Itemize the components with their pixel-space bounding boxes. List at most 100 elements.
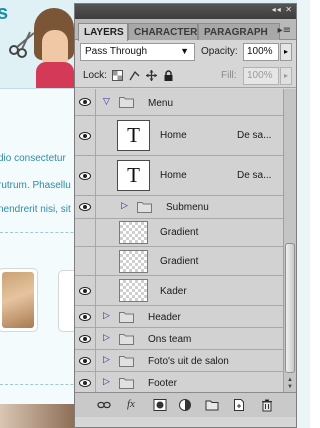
new-group-icon[interactable] xyxy=(205,398,219,412)
disclosure-closed-icon[interactable]: ▷ xyxy=(103,377,110,387)
disclosure-closed-icon[interactable]: ▷ xyxy=(103,355,110,365)
eye-icon xyxy=(79,287,91,295)
webpage-logo: s xyxy=(0,2,9,24)
fill-label: Fill: xyxy=(221,70,237,81)
visibility-toggle[interactable] xyxy=(75,89,96,115)
eye-icon xyxy=(79,313,91,321)
layer-row-gradient[interactable]: Gradient xyxy=(75,219,283,247)
folder-icon xyxy=(119,97,134,108)
layer-row-submenu[interactable]: ▷ Submenu xyxy=(75,196,283,219)
lock-row: Lock: Fill: 100% ▸ xyxy=(75,64,296,88)
layer-text-preview: De sa... xyxy=(237,130,272,141)
eye-icon xyxy=(79,379,91,387)
layer-name: Ons team xyxy=(148,334,192,345)
lock-label: Lock: xyxy=(83,70,107,81)
layer-row-gradient[interactable]: Gradient xyxy=(75,247,283,276)
folder-icon xyxy=(119,312,134,323)
opacity-label: Opacity: xyxy=(201,46,238,57)
layer-text-preview: De sa... xyxy=(237,170,272,181)
header-photo-body xyxy=(36,62,74,88)
disclosure-closed-icon[interactable]: ▷ xyxy=(103,311,110,321)
pixel-layer-thumbnail xyxy=(119,279,148,302)
layer-row-kader[interactable]: Kader xyxy=(75,276,283,306)
body-text-line: rutrum. Phasellu xyxy=(0,180,71,191)
chevron-down-icon: ▼ xyxy=(180,46,189,56)
blend-mode-select[interactable]: Pass Through ▼ xyxy=(80,43,195,61)
visibility-toggle[interactable] xyxy=(75,247,96,275)
visibility-toggle[interactable] xyxy=(75,350,96,371)
layer-name: Gradient xyxy=(160,256,199,267)
panel-titlebar[interactable]: ◂◂ ✕ xyxy=(75,4,296,19)
eye-icon xyxy=(79,357,91,365)
visibility-toggle[interactable] xyxy=(75,328,96,349)
lock-position-icon[interactable] xyxy=(146,70,157,81)
folder-icon xyxy=(119,334,134,345)
tab-paragraph[interactable]: PARAGRAPH xyxy=(198,23,280,40)
fill-field[interactable]: 100% xyxy=(243,67,279,85)
blend-mode-value: Pass Through xyxy=(85,46,148,57)
layer-name: Header xyxy=(148,312,181,323)
scrollbar-thumb[interactable] xyxy=(285,243,295,373)
panel-tabs: LAYERS CHARACTER PARAGRAPH ▸≡ xyxy=(75,19,296,41)
layer-name: Gradient xyxy=(160,227,199,238)
tab-character[interactable]: CHARACTER xyxy=(128,23,198,40)
pixel-layer-thumbnail xyxy=(119,221,148,244)
eye-icon xyxy=(79,98,91,106)
lock-transparency-icon[interactable] xyxy=(112,70,123,81)
disclosure-open-icon[interactable]: ▽ xyxy=(103,97,110,107)
visibility-toggle[interactable] xyxy=(75,219,96,246)
opacity-slider-button[interactable]: ▸ xyxy=(280,43,292,61)
collapse-close-icon[interactable]: ◂◂ ✕ xyxy=(272,5,293,14)
visibility-toggle[interactable] xyxy=(75,306,96,327)
disclosure-closed-icon[interactable]: ▷ xyxy=(121,201,128,211)
pixel-layer-thumbnail xyxy=(119,250,148,273)
eye-icon xyxy=(79,172,91,180)
layer-row-home[interactable]: T Home De sa... xyxy=(75,156,283,196)
layer-name: Home xyxy=(160,170,187,181)
lock-all-icon[interactable] xyxy=(163,70,174,81)
folder-icon xyxy=(137,202,152,213)
eye-icon xyxy=(79,132,91,140)
layer-name: Footer xyxy=(148,378,177,389)
layer-row-ons-team[interactable]: ▷ Ons team xyxy=(75,328,283,350)
link-icon[interactable] xyxy=(97,398,111,412)
mask-icon[interactable] xyxy=(153,398,167,412)
lock-pixels-icon[interactable] xyxy=(129,70,140,81)
layer-row-footer[interactable]: ▷ Footer xyxy=(75,372,283,392)
layer-row-menu[interactable]: ▽ Menu xyxy=(75,89,283,116)
layer-name: Kader xyxy=(160,286,187,297)
folder-icon xyxy=(119,356,134,367)
eye-icon xyxy=(79,203,91,211)
layer-name: Menu xyxy=(148,98,174,109)
fx-icon[interactable]: fx xyxy=(127,398,141,412)
trash-icon[interactable] xyxy=(260,398,274,412)
webpage-right-edge xyxy=(297,0,310,428)
layer-list-scrollbar[interactable]: ▲ ▼ xyxy=(283,89,296,392)
visibility-toggle[interactable] xyxy=(75,196,96,218)
tab-layers[interactable]: LAYERS xyxy=(78,23,128,41)
layer-name: Foto's uit de salon xyxy=(148,356,229,367)
layers-bottom-toolbar: fx xyxy=(75,392,296,417)
visibility-toggle[interactable] xyxy=(75,116,96,155)
body-text-line: nendrerit nisi, sit xyxy=(0,204,71,215)
adjustment-icon[interactable] xyxy=(178,398,192,412)
new-layer-icon[interactable] xyxy=(232,398,246,412)
panel-menu-icon[interactable]: ▸≡ xyxy=(278,25,291,36)
disclosure-closed-icon[interactable]: ▷ xyxy=(103,333,110,343)
visibility-toggle[interactable] xyxy=(75,276,96,305)
visibility-toggle[interactable] xyxy=(75,372,96,392)
visibility-toggle[interactable] xyxy=(75,156,96,195)
text-layer-thumbnail: T xyxy=(117,120,150,151)
fill-slider-button[interactable]: ▸ xyxy=(280,67,292,85)
folder-icon xyxy=(119,378,134,389)
text-layer-thumbnail: T xyxy=(117,160,150,191)
body-text-line: dio consectetur xyxy=(0,153,66,164)
team-photo xyxy=(0,268,38,332)
layer-list: ▽ Menu T Home De sa... T Home De sa... ▷… xyxy=(75,89,283,392)
opacity-field[interactable]: 100% xyxy=(243,43,279,61)
layer-row-fotos-uit-de-salon[interactable]: ▷ Foto's uit de salon xyxy=(75,350,283,372)
layer-row-header[interactable]: ▷ Header xyxy=(75,306,283,328)
layer-row-home[interactable]: T Home De sa... xyxy=(75,116,283,156)
layer-name: Home xyxy=(160,130,187,141)
layer-name: Submenu xyxy=(166,202,209,213)
